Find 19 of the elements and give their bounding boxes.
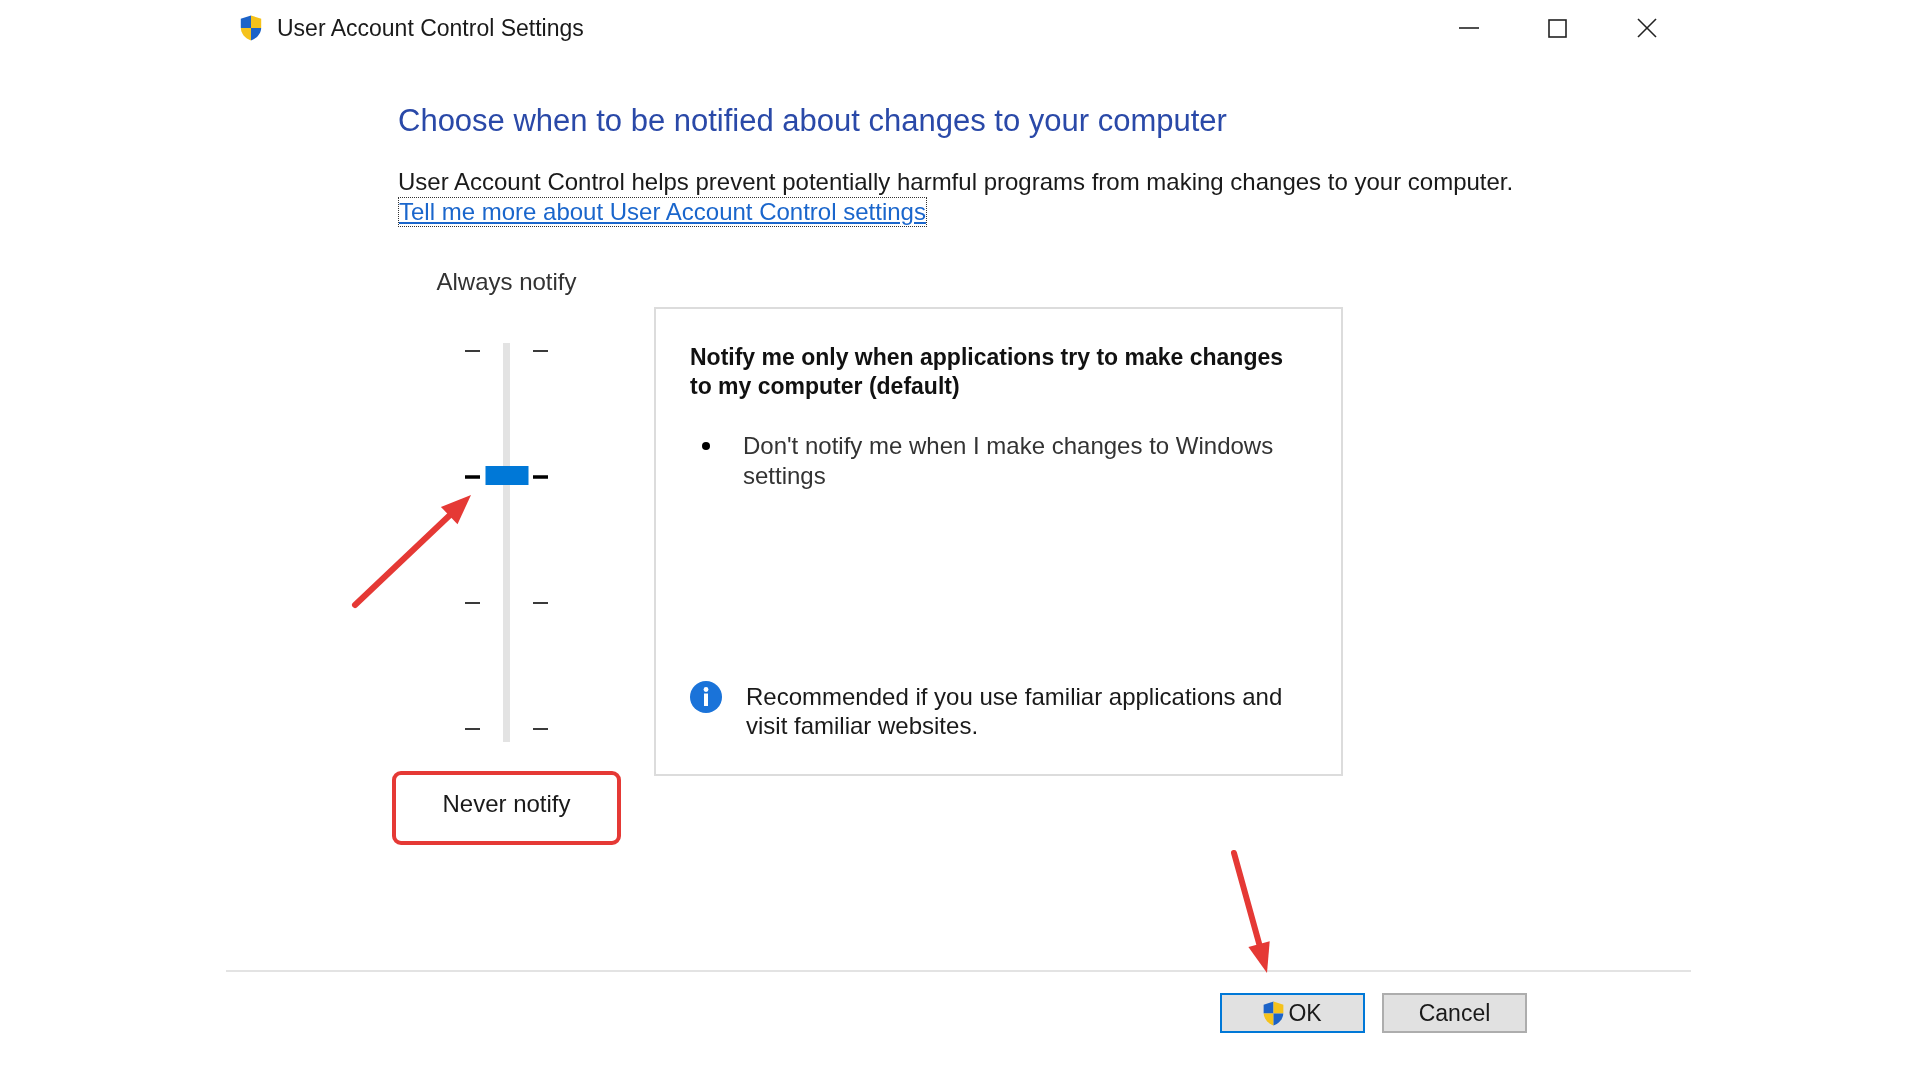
help-link[interactable]: Tell me more about User Account Control settings	[398, 197, 927, 227]
slider-top-label: Always notify	[436, 269, 577, 295]
info-icon	[690, 681, 722, 713]
cancel-button[interactable]: Cancel	[1382, 993, 1527, 1033]
shield-icon	[1263, 1000, 1285, 1026]
bullet-text: Don't notify me when I make changes to Windows settings	[743, 431, 1275, 491]
description-text: User Account Control helps prevent potentially harmful programs from making changes to your computer.	[398, 167, 1514, 197]
ok-button[interactable]: OK	[1220, 993, 1365, 1033]
shield-icon	[240, 15, 262, 41]
minimize-icon	[1458, 27, 1479, 29]
maximize-icon	[1548, 18, 1567, 38]
recommendation-text: Recommended if you use familiar applications and visit familiar websites.	[746, 682, 1284, 740]
bullet-icon	[702, 442, 710, 450]
page-heading: Choose when to be notified about changes to your computer	[398, 103, 1227, 139]
slider-thumb[interactable]	[485, 466, 528, 486]
setting-title: Notify me only when applications try to make changes to my computer (default)	[690, 343, 1285, 401]
window-title: User Account Control Settings	[277, 14, 584, 42]
slider-bottom-label: Never notify	[442, 790, 571, 818]
close-icon	[1636, 18, 1657, 38]
